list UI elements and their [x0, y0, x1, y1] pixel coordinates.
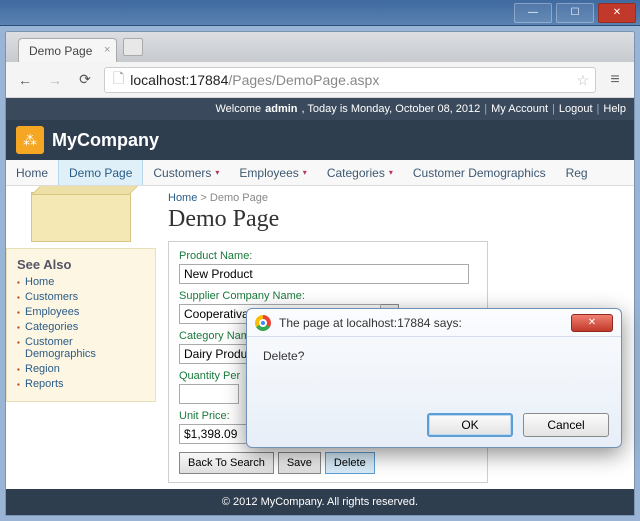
bookmark-icon[interactable]: ☆: [576, 72, 589, 89]
menu-icon[interactable]: ≡: [604, 71, 626, 89]
browser-toolbar: ← → ⟳ 🗋 localhost:17884/Pages/DemoPage.a…: [6, 62, 634, 98]
breadcrumb-current: Demo Page: [210, 192, 268, 204]
menu-home[interactable]: Home: [6, 160, 58, 185]
see-also-reports[interactable]: Reports: [17, 378, 145, 390]
forward-button[interactable]: →: [44, 69, 66, 91]
my-account-link[interactable]: My Account: [491, 103, 548, 115]
welcome-text: Welcome: [215, 103, 261, 115]
tab-strip: Demo Page ×: [6, 32, 634, 62]
quantity-input[interactable]: [179, 384, 239, 404]
minimize-button[interactable]: —: [514, 3, 552, 23]
see-also-region[interactable]: Region: [17, 363, 145, 375]
delete-button[interactable]: Delete: [325, 452, 375, 474]
globe-icon: 🗋: [113, 68, 124, 92]
caret-icon: ▾: [215, 168, 219, 177]
supplier-label: Supplier Company Name:: [179, 290, 477, 302]
window-titlebar: — ☐ ✕: [0, 0, 640, 26]
page-icon: [31, 192, 131, 242]
menu-label: Employees: [239, 166, 298, 180]
menu-customers[interactable]: Customers ▾: [143, 160, 229, 185]
browser-tab[interactable]: Demo Page ×: [18, 38, 117, 62]
see-also-customer-demographics[interactable]: Customer Demographics: [17, 336, 145, 360]
menu-label: Customers: [153, 166, 211, 180]
see-also-heading: See Also: [17, 257, 145, 272]
menu-demo-page[interactable]: Demo Page: [58, 160, 143, 185]
user-bar: Welcome admin , Today is Monday, October …: [6, 98, 634, 120]
dialog-message: Delete?: [247, 337, 621, 375]
logout-link[interactable]: Logout: [559, 103, 593, 115]
caret-icon: ▾: [303, 168, 307, 177]
help-link[interactable]: Help: [603, 103, 626, 115]
close-tab-icon[interactable]: ×: [104, 44, 110, 56]
menu-label: Customer Demographics: [413, 166, 546, 180]
footer: © 2012 MyCompany. All rights reserved.: [6, 489, 634, 515]
main-menu: Home Demo Page Customers ▾ Employees ▾ Cat…: [6, 160, 634, 186]
back-to-search-button[interactable]: Back To Search: [179, 452, 274, 474]
menu-categories[interactable]: Categories ▾: [317, 160, 403, 185]
product-name-label: Product Name:: [179, 250, 477, 262]
address-bar[interactable]: 🗋 localhost:17884/Pages/DemoPage.aspx ☆: [104, 67, 596, 93]
menu-employees[interactable]: Employees ▾: [229, 160, 316, 185]
new-tab-button[interactable]: [123, 38, 143, 56]
menu-label: Categories: [327, 166, 385, 180]
save-button[interactable]: Save: [278, 452, 321, 474]
ok-button[interactable]: OK: [427, 413, 513, 437]
see-also-panel: See Also Home Customers Employees Catego…: [6, 248, 156, 402]
page-title: Demo Page: [168, 206, 622, 233]
confirm-dialog: The page at localhost:17884 says: ✕ Dele…: [246, 308, 622, 448]
chrome-icon: [255, 315, 271, 331]
menu-label: Demo Page: [69, 166, 132, 180]
back-button[interactable]: ←: [14, 69, 36, 91]
breadcrumb-home[interactable]: Home: [168, 192, 197, 204]
url-host: localhost:: [130, 72, 189, 88]
date-text: , Today is Monday, October 08, 2012: [302, 103, 481, 115]
breadcrumb-sep: >: [200, 192, 206, 204]
breadcrumb: Home > Demo Page: [168, 192, 622, 204]
see-also-home[interactable]: Home: [17, 276, 145, 288]
url-path: /Pages/DemoPage.aspx: [228, 72, 379, 88]
see-also-customers[interactable]: Customers: [17, 291, 145, 303]
username: admin: [265, 103, 297, 115]
menu-label: Reg: [566, 166, 588, 180]
logo-icon: ⁂: [16, 126, 44, 154]
maximize-button[interactable]: ☐: [556, 3, 594, 23]
see-also-categories[interactable]: Categories: [17, 321, 145, 333]
reload-button[interactable]: ⟳: [74, 69, 96, 91]
product-name-input[interactable]: [179, 264, 469, 284]
menu-customer-demographics[interactable]: Customer Demographics: [403, 160, 556, 185]
cancel-button[interactable]: Cancel: [523, 413, 609, 437]
brand-name: MyCompany: [52, 130, 159, 151]
url-port: 17884: [189, 72, 228, 88]
menu-region[interactable]: Reg: [556, 160, 598, 185]
brand-bar: ⁂ MyCompany: [6, 120, 634, 160]
menu-label: Home: [16, 166, 48, 180]
close-window-button[interactable]: ✕: [598, 3, 636, 23]
sidebar: See Also Home Customers Employees Catego…: [6, 186, 156, 489]
dialog-title: The page at localhost:17884 says:: [279, 316, 563, 330]
caret-icon: ▾: [389, 168, 393, 177]
footer-text: © 2012 MyCompany. All rights reserved.: [222, 496, 418, 508]
see-also-employees[interactable]: Employees: [17, 306, 145, 318]
dialog-close-button[interactable]: ✕: [571, 314, 613, 332]
tab-title: Demo Page: [29, 44, 92, 58]
